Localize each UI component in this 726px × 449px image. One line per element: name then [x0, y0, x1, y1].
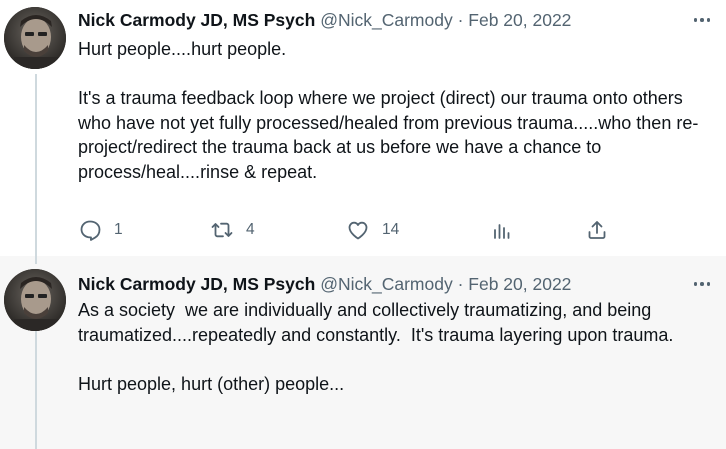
reply-button[interactable]: 1 [78, 216, 123, 244]
tweet-date[interactable]: Feb 20, 2022 [468, 10, 571, 30]
like-button[interactable]: 14 [346, 216, 399, 244]
tweet[interactable]: Nick Carmody JD, MS Psych @Nick_Carmody … [0, 0, 726, 256]
retweet-count: 4 [246, 221, 255, 238]
reply-count: 1 [114, 221, 123, 238]
tweet-text: Hurt people....hurt people. It's a traum… [78, 39, 699, 182]
views-button[interactable] [490, 216, 514, 244]
tweet-actions: 1 4 14 [78, 216, 638, 244]
reply-icon [80, 220, 101, 241]
retweet-icon [211, 222, 233, 238]
like-count: 14 [382, 221, 400, 238]
author-name[interactable]: Nick Carmody JD, MS Psych [78, 10, 315, 30]
separator: · [457, 274, 464, 294]
tweet-header: Nick Carmody JD, MS Psych @Nick_Carmody … [78, 8, 708, 32]
separator: · [457, 10, 464, 30]
author-handle[interactable]: @Nick_Carmody [320, 274, 453, 294]
share-button[interactable] [585, 216, 609, 244]
views-icon [494, 224, 510, 239]
thread-line [35, 74, 37, 256]
share-icon [588, 221, 606, 239]
author-handle[interactable]: @Nick_Carmody [320, 10, 453, 30]
author-name[interactable]: Nick Carmody JD, MS Psych [78, 274, 315, 294]
more-icon[interactable] [690, 12, 714, 28]
tweet-date[interactable]: Feb 20, 2022 [468, 274, 571, 294]
like-icon [348, 221, 368, 240]
tweet-header: Nick Carmody JD, MS Psych @Nick_Carmody … [78, 272, 708, 296]
avatar[interactable] [4, 269, 66, 331]
retweet-button[interactable]: 4 [210, 216, 255, 244]
tweet-text: As a society we are individually and col… [78, 300, 674, 394]
thread-line [35, 256, 37, 264]
avatar[interactable] [4, 7, 66, 69]
more-icon[interactable] [690, 276, 714, 292]
thread-line [35, 330, 37, 449]
